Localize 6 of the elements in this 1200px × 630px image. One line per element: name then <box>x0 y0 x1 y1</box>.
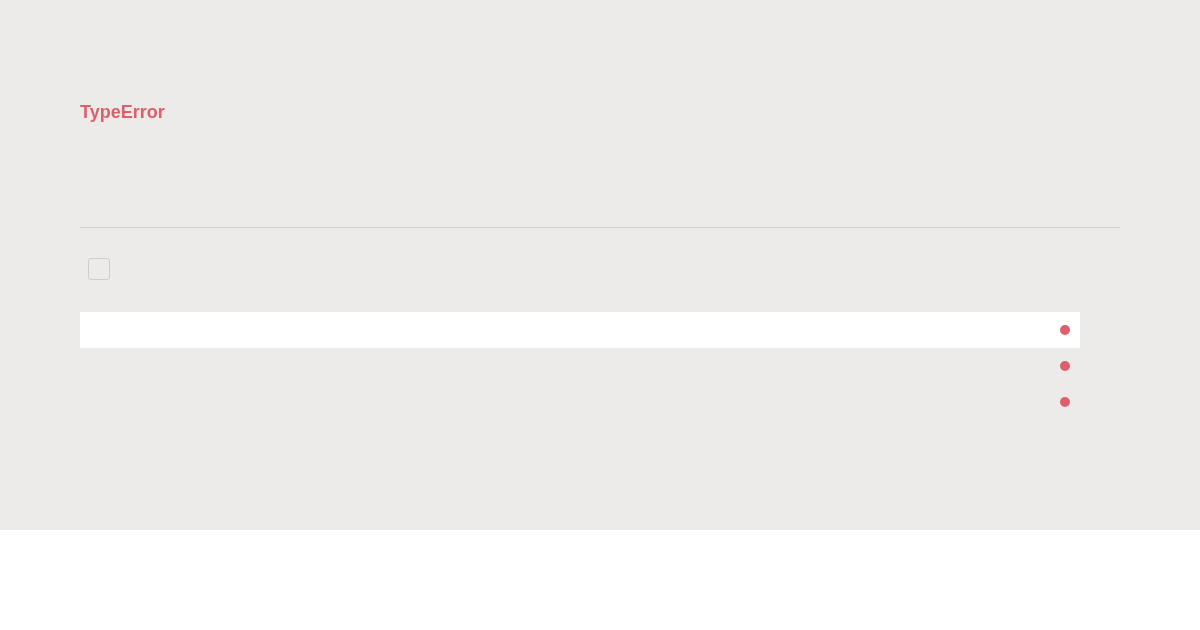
status-dot-icon <box>1060 361 1070 371</box>
checkbox[interactable] <box>88 258 110 280</box>
status-dot-icon <box>1060 397 1070 407</box>
input-field[interactable] <box>80 312 1080 348</box>
error-title: TypeError <box>80 101 165 124</box>
status-dot-icon <box>1060 325 1070 335</box>
